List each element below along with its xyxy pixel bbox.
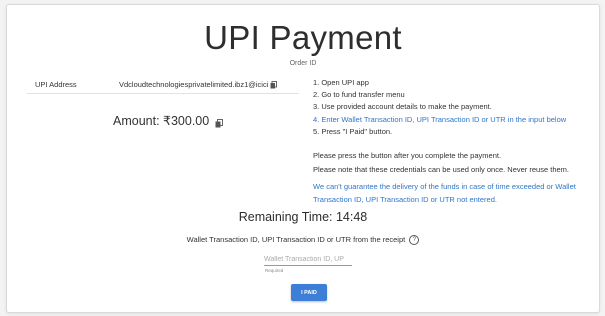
amount-text: Amount: ₹300.00 bbox=[113, 114, 210, 128]
i-paid-button[interactable]: I PAID bbox=[291, 284, 327, 301]
upi-address-label: UPI Address bbox=[35, 80, 77, 89]
note-no-guarantee: We can't guarantee the delivery of the f… bbox=[313, 182, 576, 204]
instruction-step-4: 4. Enter Wallet Transaction ID, UPI Tran… bbox=[313, 114, 567, 124]
instruction-step-5: 5. Press "I Paid" button. bbox=[313, 126, 393, 136]
order-id-label: Order ID bbox=[289, 60, 317, 67]
instruction-step-3: 3. Use provided account details to make … bbox=[313, 102, 492, 112]
instruction-step-1: 1. Open UPI app bbox=[313, 78, 369, 87]
upi-address-row: UPI Address Vdcloudtechnologiesprivateli… bbox=[27, 71, 299, 94]
required-hint: Required bbox=[265, 268, 284, 273]
help-icon[interactable]: ? bbox=[409, 235, 420, 246]
instructions-list: 1. Open UPI app 2. Go to fund transfer m… bbox=[313, 77, 593, 138]
page-title: UPI Payment bbox=[204, 19, 402, 56]
payment-card: UPI Payment Order ID UPI Address Vdcloud… bbox=[6, 4, 600, 313]
note-press-button: Please press the button after you comple… bbox=[313, 151, 502, 160]
note-credentials-once: Please note that these credentials can b… bbox=[313, 164, 569, 174]
remaining-time: Remaining Time: 14:48 bbox=[238, 210, 368, 224]
amount-display: Amount: ₹300.00 bbox=[113, 113, 223, 128]
upi-address-value: Vdcloudtechnologiesprivatelimited.ibz1@i… bbox=[119, 80, 269, 89]
notes-section: Please press the button after you comple… bbox=[313, 150, 593, 208]
receipt-label: Wallet Transaction ID, UPI Transaction I… bbox=[186, 235, 406, 244]
copy-address-icon[interactable] bbox=[270, 81, 278, 89]
copy-amount-icon[interactable] bbox=[215, 117, 223, 128]
transaction-id-input[interactable] bbox=[264, 253, 352, 266]
upi-address-value-group: Vdcloudtechnologiesprivatelimited.ibz1@i… bbox=[119, 80, 278, 89]
instruction-step-2: 2. Go to fund transfer menu bbox=[313, 90, 405, 100]
receipt-label-row: Wallet Transaction ID, UPI Transaction I… bbox=[7, 235, 599, 246]
